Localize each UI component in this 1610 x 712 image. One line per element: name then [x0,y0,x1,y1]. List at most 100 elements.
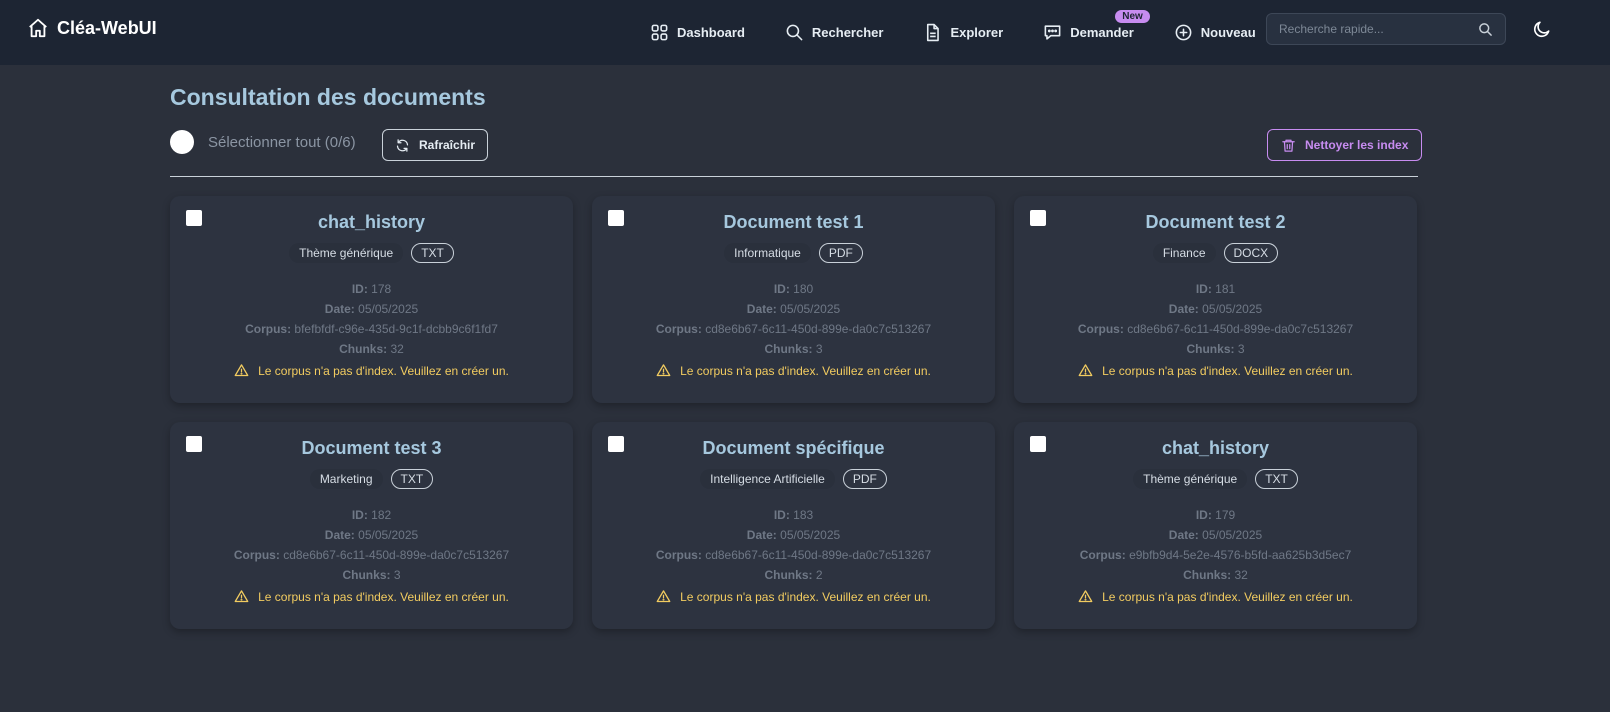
search-icon[interactable] [1478,22,1493,37]
date-value: 05/05/2025 [780,528,841,542]
document-checkbox[interactable] [608,436,624,452]
meta-date: Date: 05/05/2025 [1014,299,1417,319]
document-card[interactable]: Document test 3 Marketing TXT ID: 182 Da… [170,422,573,629]
document-card[interactable]: chat_history Thème générique TXT ID: 179… [1014,422,1417,629]
warning-text: Le corpus n'a pas d'index. Veuillez en c… [1102,589,1353,604]
type-tag: PDF [842,469,887,489]
nav-dashboard-label: Dashboard [677,25,745,40]
document-tags: Thème générique TXT [170,243,573,263]
document-card[interactable]: Document spécifique Intelligence Artific… [592,422,995,629]
warning-text: Le corpus n'a pas d'index. Veuillez en c… [680,363,931,378]
warning-icon [656,590,671,603]
document-checkbox[interactable] [1030,436,1046,452]
nav-explorer[interactable]: Explorer [923,23,1003,42]
document-card[interactable]: chat_history Thème générique TXT ID: 178… [170,196,573,403]
chunks-label: Chunks: [342,568,391,582]
id-label: ID: [351,508,368,522]
nav-nouveau[interactable]: Nouveau [1174,23,1256,42]
warning-icon [1078,590,1093,603]
chunks-value: 3 [1237,342,1245,356]
type-tag: TXT [390,469,434,489]
meta-date: Date: 05/05/2025 [1014,525,1417,545]
date-label: Date: [746,302,777,316]
theme-tag: Marketing [309,469,383,489]
document-card[interactable]: Document test 1 Informatique PDF ID: 180… [592,196,995,403]
id-label: ID: [773,508,790,522]
document-checkbox[interactable] [1030,210,1046,226]
corpus-label: Corpus: [245,322,292,336]
corpus-label: Corpus: [655,322,702,336]
meta-date: Date: 05/05/2025 [592,299,995,319]
document-tags: Thème générique TXT [1014,469,1417,489]
date-value: 05/05/2025 [1202,528,1263,542]
id-value: 183 [793,508,814,522]
meta-corpus: Corpus: cd8e6b67-6c11-450d-899e-da0c7c51… [1014,319,1417,339]
index-warning: Le corpus n'a pas d'index. Veuillez en c… [592,363,995,378]
date-value: 05/05/2025 [358,302,419,316]
nav-demander[interactable]: Demander New [1043,10,1150,42]
corpus-value: cd8e6b67-6c11-450d-899e-da0c7c513267 [705,322,932,336]
refresh-icon [396,138,409,152]
warning-text: Le corpus n'a pas d'index. Veuillez en c… [680,589,931,604]
chunks-label: Chunks: [764,342,813,356]
document-title: Document test 2 [1145,212,1286,232]
document-title: Document test 3 [301,438,442,458]
id-label: ID: [351,282,368,296]
meta-date: Date: 05/05/2025 [592,525,995,545]
date-value: 05/05/2025 [1202,302,1263,316]
document-title: chat_history [317,212,426,232]
document-title: chat_history [1161,438,1270,458]
document-checkbox[interactable] [186,436,202,452]
chunks-value: 32 [390,342,404,356]
meta-chunks: Chunks: 3 [1014,339,1417,359]
date-value: 05/05/2025 [780,302,841,316]
brand-link[interactable]: Cléa-WebUI [27,17,157,39]
date-label: Date: [324,302,355,316]
chat-icon [1044,25,1061,40]
quick-search-input[interactable] [1267,22,1467,36]
index-warning: Le corpus n'a pas d'index. Veuillez en c… [592,589,995,604]
corpus-label: Corpus: [233,548,280,562]
clean-index-label: Nettoyer les index [1305,138,1409,152]
chunks-value: 3 [393,568,401,582]
theme-tag: Thème générique [289,243,404,263]
theme-tag: Thème générique [1133,469,1248,489]
id-value: 181 [1215,282,1236,296]
document-grid: chat_history Thème générique TXT ID: 178… [170,196,1417,629]
date-label: Date: [1168,302,1199,316]
refresh-button[interactable]: Rafraîchir [382,129,489,161]
nav-nouveau-label: Nouveau [1200,25,1256,40]
theme-tag: Finance [1152,243,1216,263]
select-all-toggle[interactable] [170,130,194,154]
type-tag: TXT [1255,469,1298,489]
meta-id: ID: 181 [1014,279,1417,299]
id-value: 178 [371,282,392,296]
document-meta: ID: 181 Date: 05/05/2025 Corpus: cd8e6b6… [1014,279,1417,359]
meta-id: ID: 183 [592,505,995,525]
chunks-label: Chunks: [1186,342,1235,356]
meta-chunks: Chunks: 2 [592,565,995,585]
nav-dashboard[interactable]: Dashboard [650,23,745,42]
new-badge: New [1115,10,1150,23]
corpus-label: Corpus: [655,548,702,562]
moon-icon[interactable] [1532,19,1552,39]
chunks-label: Chunks: [764,568,813,582]
document-tags: Marketing TXT [170,469,573,489]
meta-chunks: Chunks: 32 [1014,565,1417,585]
meta-chunks: Chunks: 32 [170,339,573,359]
document-checkbox[interactable] [608,210,624,226]
document-checkbox[interactable] [186,210,202,226]
id-label: ID: [1195,282,1212,296]
date-label: Date: [324,528,355,542]
nav-rechercher[interactable]: Rechercher [785,23,884,42]
clean-index-button[interactable]: Nettoyer les index [1267,129,1423,161]
trash-icon [1282,139,1295,152]
theme-tag: Informatique [724,243,811,263]
document-meta: ID: 178 Date: 05/05/2025 Corpus: bfefbfd… [170,279,573,359]
warning-icon [234,364,249,377]
document-card[interactable]: Document test 2 Finance DOCX ID: 181 Dat… [1014,196,1417,403]
meta-corpus: Corpus: cd8e6b67-6c11-450d-899e-da0c7c51… [170,545,573,565]
index-warning: Le corpus n'a pas d'index. Veuillez en c… [170,589,573,604]
nav-rechercher-label: Rechercher [811,25,884,40]
chunks-value: 3 [815,342,823,356]
